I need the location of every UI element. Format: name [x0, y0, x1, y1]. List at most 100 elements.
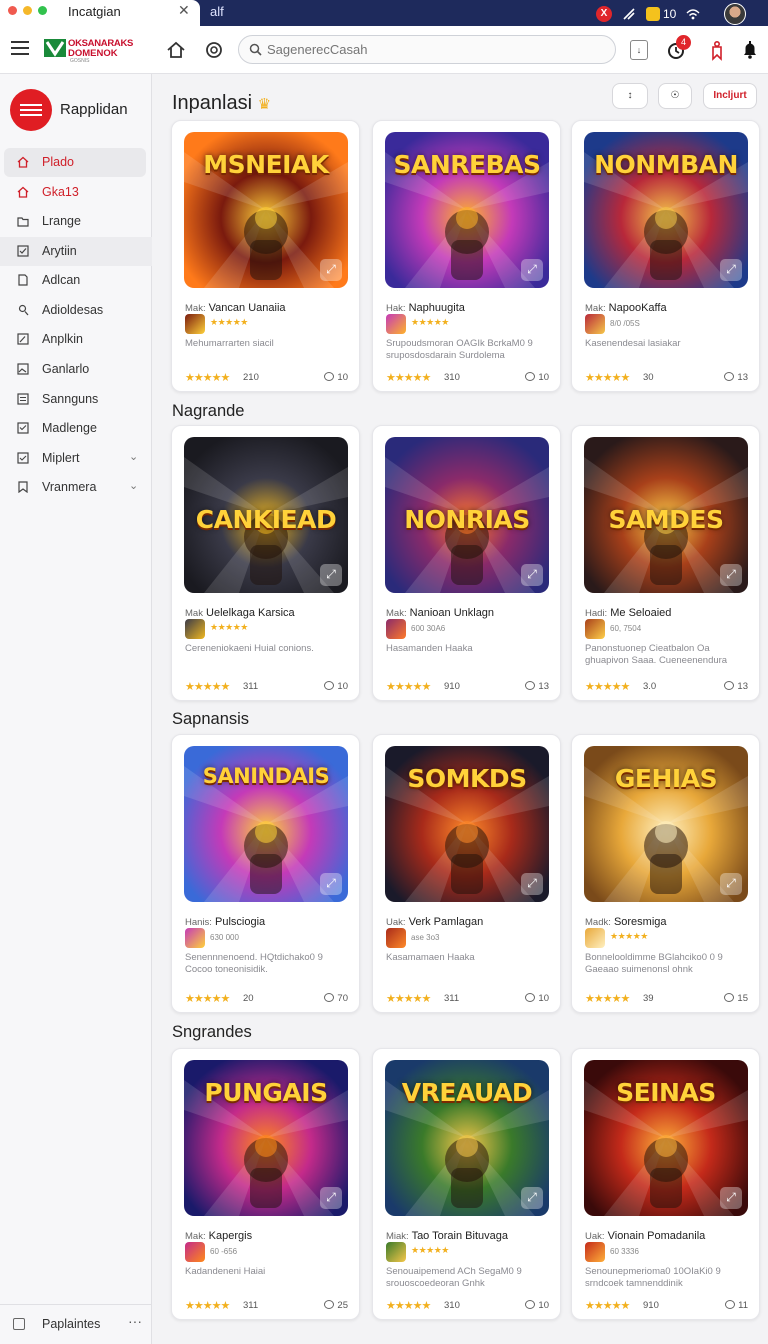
app-logo[interactable]: OKSANARAKS DOMENOK GOSNIS — [44, 37, 144, 65]
expand-icon[interactable]: ⤢ — [720, 259, 742, 281]
chevron-down-icon[interactable]: ⌄ — [129, 450, 138, 463]
expand-icon[interactable]: ⤢ — [521, 259, 543, 281]
sidebar-footer[interactable]: Paplaintes ··· — [0, 1304, 152, 1344]
game-thumbnail[interactable]: SOMKDS ⤢ — [385, 746, 549, 902]
game-card[interactable]: SANREBAS ⤢ Hak: Naphuugita ★★★★★ Srupoudsmor… — [372, 120, 561, 392]
sidebar-item-adioldesas[interactable]: Adioldesas — [0, 296, 152, 325]
sidebar-item-madlenge[interactable]: Madlenge — [0, 414, 152, 443]
comment-count[interactable]: 10 — [525, 372, 549, 383]
comment-count[interactable]: 25 — [324, 1300, 348, 1311]
game-card[interactable]: MSNEIAK ⤢ Mak: Vancan Uanaiia ★★★★★ Mehumarr… — [171, 120, 360, 392]
game-card[interactable]: SANINDAIS ⤢ Hanis: Pulsciogia 630 000 Senenn… — [171, 734, 360, 1013]
sidebar-item-vranmera[interactable]: Vranmera ⌄ — [0, 473, 152, 502]
game-thumbnail[interactable]: GEHIAS ⤢ — [584, 746, 748, 902]
game-thumbnail[interactable]: SAMDES ⤢ — [584, 437, 748, 593]
sidebar-item-lrange[interactable]: Lrange — [0, 207, 152, 236]
include-button[interactable]: Incljurt — [703, 83, 757, 109]
filter-button[interactable]: ☉ — [658, 83, 692, 109]
expand-icon[interactable]: ⤢ — [320, 1187, 342, 1209]
sort-button[interactable]: ↕ — [612, 83, 648, 109]
game-thumbnail[interactable]: NONRIAS ⤢ — [385, 437, 549, 593]
expand-icon[interactable]: ⤢ — [720, 873, 742, 895]
game-card[interactable]: GEHIAS ⤢ Madk: Soresmiga ★★★★★ Bonnelooldimm… — [571, 734, 760, 1013]
expand-icon[interactable]: ⤢ — [521, 564, 543, 586]
comment-count[interactable]: 11 — [725, 1300, 748, 1311]
comment-icon — [724, 372, 735, 381]
sidebar-item-miplert[interactable]: Miplert ⌄ — [0, 444, 152, 473]
maximize-window-icon[interactable] — [38, 6, 47, 15]
edit-icon — [17, 333, 29, 345]
expand-icon[interactable]: ⤢ — [521, 873, 543, 895]
bell-icon[interactable] — [739, 39, 761, 61]
comment-count[interactable]: 10 — [324, 681, 348, 692]
game-card[interactable]: PUNGAIS ⤢ Mak: Kapergis 60 -656 Kadandeneni … — [171, 1048, 360, 1320]
comment-count[interactable]: 15 — [724, 993, 748, 1004]
wifi-icon — [686, 9, 700, 20]
expand-icon[interactable]: ⤢ — [521, 1187, 543, 1209]
sidebar-item-sannguns[interactable]: Sannguns — [0, 385, 152, 414]
section-title-text: Inpanlasi — [172, 92, 253, 114]
game-thumbnail[interactable]: SANINDAIS ⤢ — [184, 746, 348, 902]
expand-icon[interactable]: ⤢ — [720, 564, 742, 586]
game-thumbnail[interactable]: SEINAS ⤢ — [584, 1060, 748, 1216]
card-footer: ★★★★★ 311 10 — [185, 680, 348, 694]
comment-count[interactable]: 13 — [724, 681, 748, 692]
game-mini-icon — [185, 314, 205, 334]
notification-icon[interactable] — [646, 7, 660, 21]
mini-rating-stars: ★★★★★ — [210, 622, 248, 632]
browser-tab[interactable]: Incatgian ✕ — [0, 0, 200, 26]
checkbox-icon — [17, 452, 29, 464]
expand-icon[interactable]: ⤢ — [320, 873, 342, 895]
comment-count[interactable]: 10 — [525, 993, 549, 1004]
card-footer: ★★★★★ 311 25 — [185, 1299, 348, 1313]
game-card[interactable]: NONMBAN ⤢ Mak: NapooKaffa 8/0 /05S Kasenende… — [571, 120, 760, 392]
sidebar-item-label: Plado — [42, 155, 74, 169]
game-card[interactable]: SAMDES ⤢ Hadi: Me Seloaied 60, 7504 Panonstu… — [571, 425, 760, 701]
game-card[interactable]: CANKIEAD ⤢ Mak Uelelkaga Karsica ★★★★★ Ceren… — [171, 425, 360, 701]
minimize-window-icon[interactable] — [23, 6, 32, 15]
error-badge[interactable]: X — [596, 6, 612, 22]
chevron-down-icon[interactable]: ⌄ — [129, 479, 138, 492]
menu-icon[interactable] — [11, 41, 29, 55]
rating-stars: ★★★★★ — [585, 681, 630, 693]
game-thumbnail[interactable]: CANKIEAD ⤢ — [184, 437, 348, 593]
comment-count[interactable]: 70 — [324, 993, 348, 1004]
game-title: Hadi: Me Seloaied — [585, 607, 672, 619]
game-thumbnail[interactable]: SANREBAS ⤢ — [385, 132, 549, 288]
sidebar-item-adlcan[interactable]: Adlcan — [0, 266, 152, 295]
close-window-icon[interactable] — [8, 6, 17, 15]
sidebar-menu-button[interactable] — [10, 89, 52, 131]
game-thumbnail[interactable]: VREAUAD ⤢ — [385, 1060, 549, 1216]
download-button[interactable]: ↓ — [630, 40, 648, 60]
game-thumbnail[interactable]: MSNEIAK ⤢ — [184, 132, 348, 288]
comment-count[interactable]: 10 — [525, 1300, 549, 1311]
game-card[interactable]: NONRIAS ⤢ Mak: Nanioan Unklagn 600 30A6 Hasa… — [372, 425, 561, 701]
game-card[interactable]: VREAUAD ⤢ Miak: Tao Torain Bituvaga ★★★★★ Se… — [372, 1048, 561, 1320]
comment-count[interactable]: 10 — [324, 372, 348, 383]
more-options-icon[interactable]: ··· — [128, 1313, 142, 1329]
home-icon[interactable] — [165, 39, 187, 61]
expand-icon[interactable]: ⤢ — [720, 1187, 742, 1209]
sidebar-item-ganlarlo[interactable]: Ganlarlo — [0, 355, 152, 384]
comment-count[interactable]: 13 — [525, 681, 549, 692]
game-card[interactable]: SEINAS ⤢ Uak: Vionain Pomadanila 60 3336 Sen… — [571, 1048, 760, 1320]
game-card[interactable]: SOMKDS ⤢ Uak: Verk Pamlagan ase 3o3 Kasamama… — [372, 734, 561, 1013]
footer-checkbox-icon[interactable] — [13, 1318, 25, 1330]
comment-count[interactable]: 13 — [724, 372, 748, 383]
game-art-title: NONMBAN — [594, 150, 738, 179]
sidebar-item-plado[interactable]: Plado — [4, 148, 146, 177]
search-input[interactable] — [267, 42, 597, 57]
game-thumbnail[interactable]: NONMBAN ⤢ — [584, 132, 748, 288]
bookmark-icon[interactable] — [706, 39, 728, 61]
sidebar-item-anplkin[interactable]: Anplkin — [0, 325, 152, 354]
section-title-text: Nagrande — [172, 402, 245, 420]
search-bar[interactable] — [238, 35, 616, 64]
expand-icon[interactable]: ⤢ — [320, 564, 342, 586]
game-thumbnail[interactable]: PUNGAIS ⤢ — [184, 1060, 348, 1216]
target-icon[interactable] — [203, 39, 225, 61]
sidebar-item-gka13[interactable]: Gka13 — [0, 178, 152, 207]
expand-icon[interactable]: ⤢ — [320, 259, 342, 281]
sidebar-item-arytiin[interactable]: Arytiin — [0, 237, 152, 266]
user-avatar[interactable] — [724, 3, 747, 25]
tab-close-icon[interactable]: ✕ — [178, 2, 190, 19]
